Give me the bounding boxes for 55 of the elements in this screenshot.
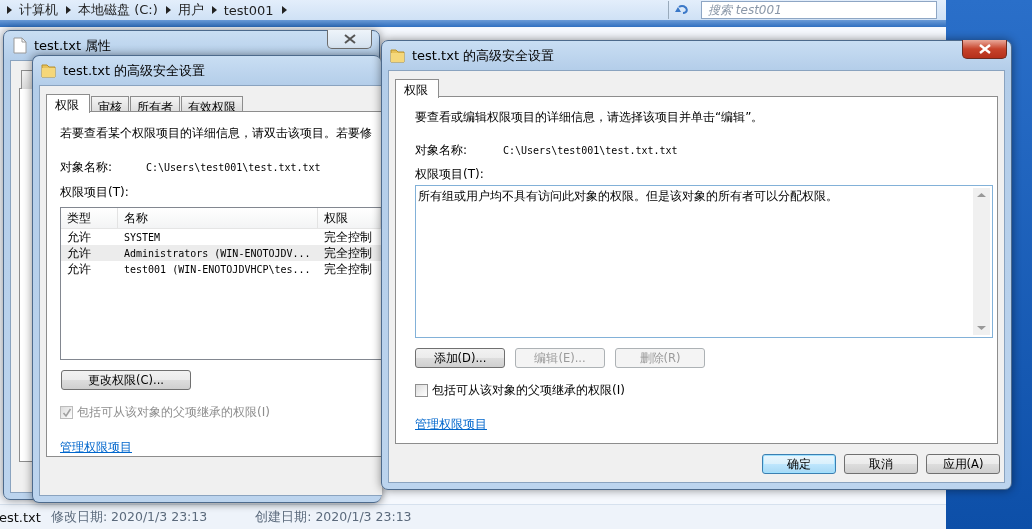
- inherit-checkbox[interactable]: 包括可从该对象的父项继承的权限(I): [415, 382, 625, 399]
- window-title: test.txt 的高级安全设置: [412, 46, 555, 65]
- table-cell-text: 允许: [66, 244, 92, 262]
- window-title: test.txt 的高级安全设置: [63, 61, 206, 80]
- breadcrumb-item[interactable]: test001: [223, 2, 274, 18]
- object-path: C:\Users\test001\test.txt.txt: [146, 162, 321, 173]
- entries-label: 权限项目(T):: [60, 184, 129, 201]
- manage-permissions-link[interactable]: 管理权限项目: [415, 416, 487, 433]
- file-name: est.txt: [0, 509, 41, 525]
- check-icon: [61, 407, 72, 418]
- column-header[interactable]: 名称: [118, 208, 318, 228]
- refresh-icon[interactable]: [673, 3, 689, 17]
- tab[interactable]: [21, 70, 33, 89]
- object-name-label: 对象名称:: [415, 142, 469, 159]
- entries-label: 权限项目(T):: [415, 166, 484, 183]
- tab[interactable]: 权限: [46, 94, 90, 113]
- close-button[interactable]: [327, 30, 372, 49]
- breadcrumb-item[interactable]: 本地磁盘 (C:): [78, 1, 158, 19]
- table-cell-text: 允许: [66, 228, 92, 246]
- table-cell-text: 允许: [66, 260, 92, 278]
- action-button[interactable]: 添加(D)...: [415, 348, 505, 368]
- breadcrumb-item[interactable]: 用户: [177, 1, 204, 19]
- search-field[interactable]: 搜索 test001: [701, 1, 937, 19]
- arrow-icon[interactable]: [4, 5, 14, 15]
- object-name-label: 对象名称:: [60, 159, 114, 176]
- empty-message: 所有组或用户均不具有访问此对象的权限。但是该对象的所有者可以分配权限。: [417, 188, 839, 205]
- table-row[interactable]: 允许 test001 (WIN-ENOTOJDVHCP\tes... 完全控制: [61, 261, 381, 277]
- column-header[interactable]: 类型: [61, 208, 118, 228]
- created-date: 创建日期: 2020/1/3 23:13: [255, 508, 412, 526]
- table-cell-text: test001 (WIN-ENOTOJDVHCP\tes...: [123, 263, 312, 275]
- table-cell-text: 完全控制: [323, 244, 373, 262]
- scrollbar[interactable]: [973, 188, 990, 335]
- instruction-text: 要查看或编辑权限项目的详细信息，请选择该项目并单击“编辑”。: [415, 109, 764, 126]
- window-title: test.txt 属性: [34, 36, 112, 55]
- breadcrumb-item[interactable]: 计算机: [19, 1, 58, 19]
- folder-icon: [390, 47, 406, 64]
- table-cell-text: Administrators (WIN-ENOTOJDV...: [123, 247, 312, 259]
- folder-icon: [41, 62, 57, 79]
- table-cell-text: SYSTEM: [123, 231, 162, 243]
- instruction-text: 若要查看某个权限项目的详细信息，请双击该项目。若要修: [60, 125, 372, 142]
- table-row[interactable]: 允许 SYSTEM 完全控制: [61, 229, 381, 245]
- arrow-icon[interactable]: [63, 5, 73, 15]
- document-icon: [12, 37, 28, 54]
- table-cell-text: 完全控制: [323, 260, 373, 278]
- ok-button[interactable]: 确定: [762, 454, 836, 474]
- object-path: C:\Users\test001\test.txt.txt: [503, 145, 678, 156]
- modified-date: 修改日期: 2020/1/3 23:13: [50, 508, 208, 526]
- tab[interactable]: 权限: [395, 79, 439, 98]
- table-cell-text: 完全控制: [323, 228, 373, 246]
- change-permissions-button[interactable]: 更改权限(C)...: [61, 370, 191, 390]
- manage-permissions-link[interactable]: 管理权限项目: [60, 439, 132, 456]
- dialog-button[interactable]: 取消: [844, 454, 918, 474]
- dialog-button[interactable]: 应用(A): [926, 454, 1000, 474]
- table-row[interactable]: 允许 Administrators (WIN-ENOTOJDV... 完全控制: [61, 245, 381, 261]
- close-button[interactable]: [962, 40, 1007, 59]
